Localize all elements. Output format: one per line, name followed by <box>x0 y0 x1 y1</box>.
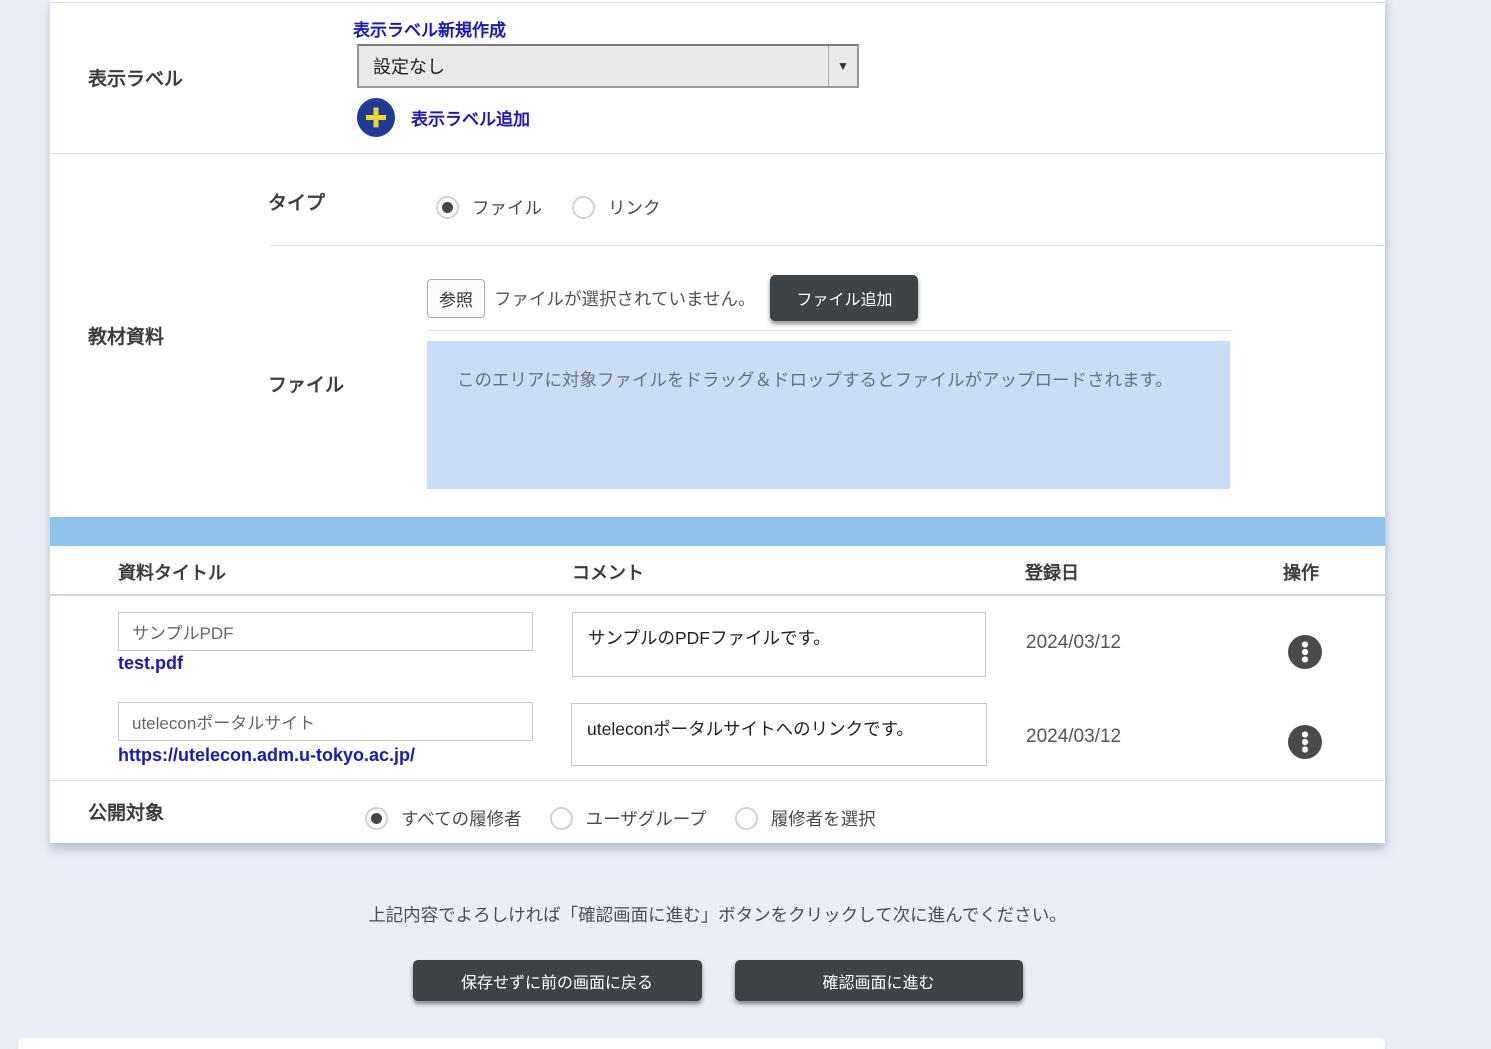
header-title: 資料タイトル <box>118 559 226 585</box>
file-link-row1[interactable]: test.pdf <box>118 653 183 674</box>
radio-option-file[interactable]: ファイル <box>436 195 542 220</box>
radio-select-students-label: 履修者を選択 <box>771 806 876 831</box>
header-date: 登録日 <box>1025 559 1079 585</box>
add-file-button[interactable]: ファイル追加 <box>770 275 918 321</box>
audience-title: 公開対象 <box>88 798 164 825</box>
file-input-row: 参照 ファイルが選択されていません。 ファイル追加 <box>427 275 918 321</box>
file-link-row2[interactable]: https://utelecon.adm.u-tokyo.ac.jp/ <box>118 745 415 766</box>
radio-user-group-label: ユーザグループ <box>586 806 707 831</box>
type-radio-group: ファイル リンク <box>436 195 661 220</box>
file-status-text: ファイルが選択されていません。 <box>494 286 755 311</box>
next-panel-strip <box>18 1038 1385 1049</box>
table-row: test.pdf サンプルのPDFファイルです。 2024/03/12 <box>50 596 1385 700</box>
create-display-label-link[interactable]: 表示ラベル新規作成 <box>353 16 506 41</box>
type-label: タイプ <box>268 188 325 215</box>
title-input-row2[interactable] <box>118 702 533 741</box>
table-accent-bar <box>50 517 1385 546</box>
content-panel: 表示ラベル 表示ラベル新規作成 設定なし ▼ 表示ラベル追加 教材資料 タイプ … <box>50 0 1385 843</box>
footer-buttons: 保存せずに前の画面に戻る 確認画面に進む <box>50 960 1385 1001</box>
file-label: ファイル <box>268 370 344 397</box>
title-input-row1[interactable] <box>118 612 533 651</box>
registration-date-row1: 2024/03/12 <box>1026 632 1121 654</box>
registration-date-row2: 2024/03/12 <box>1026 726 1121 748</box>
display-label-select[interactable]: 設定なし ▼ <box>357 44 859 88</box>
radio-option-link[interactable]: リンク <box>572 195 661 220</box>
radio-option-all-students[interactable]: すべての履修者 <box>365 806 522 831</box>
radio-link-icon[interactable] <box>572 196 595 219</box>
kebab-icon <box>1288 657 1322 672</box>
material-section-title: 教材資料 <box>88 322 164 349</box>
display-label-title: 表示ラベル <box>88 64 183 91</box>
chevron-down-icon: ▼ <box>828 46 857 86</box>
back-button[interactable]: 保存せずに前の画面に戻る <box>413 960 702 1001</box>
radio-select-students-icon[interactable] <box>735 807 758 830</box>
header-comment: コメント <box>572 559 644 585</box>
top-divider <box>50 2 1385 3</box>
section-divider <box>50 153 1385 154</box>
dropzone-text: このエリアに対象ファイルをドラッグ＆ドロップするとファイルがアップロードされます… <box>427 341 1230 394</box>
page-background: { "display_label_section": { "row_label"… <box>0 0 1491 1049</box>
browse-button[interactable]: 参照 <box>427 279 485 318</box>
radio-all-students-label: すべての履修者 <box>401 806 522 831</box>
kebab-menu-button-row1[interactable] <box>1288 635 1322 669</box>
radio-user-group-icon[interactable] <box>550 807 573 830</box>
file-dropzone[interactable]: このエリアに対象ファイルをドラッグ＆ドロップするとファイルがアップロードされます… <box>427 341 1230 489</box>
radio-file-label: ファイル <box>472 195 542 220</box>
audience-radio-group: すべての履修者 ユーザグループ 履修者を選択 <box>365 806 876 831</box>
select-value: 設定なし <box>359 46 828 86</box>
radio-all-students-icon[interactable] <box>365 807 388 830</box>
radio-option-select-students[interactable]: 履修者を選択 <box>735 806 876 831</box>
next-button[interactable]: 確認画面に進む <box>735 960 1023 1001</box>
radio-option-user-group[interactable]: ユーザグループ <box>550 806 707 831</box>
radio-file-icon[interactable] <box>436 196 459 219</box>
rows-divider <box>50 780 1385 781</box>
kebab-menu-button-row2[interactable] <box>1288 725 1322 759</box>
kebab-icon <box>1288 747 1322 762</box>
radio-link-label: リンク <box>608 195 661 220</box>
comment-input-row2[interactable]: uteleconポータルサイトへのリンクです。 <box>571 703 987 766</box>
table-row: https://utelecon.adm.u-tokyo.ac.jp/ utel… <box>50 700 1385 780</box>
plus-icon[interactable] <box>357 98 395 137</box>
add-display-label-link[interactable]: 表示ラベル追加 <box>411 105 530 130</box>
instruction-text: 上記内容でよろしければ「確認画面に進む」ボタンをクリックして次に進んでください。 <box>50 902 1385 927</box>
file-divider <box>427 330 1232 331</box>
add-display-label-button[interactable]: 表示ラベル追加 <box>357 98 530 137</box>
comment-input-row1[interactable]: サンプルのPDFファイルです。 <box>572 612 986 677</box>
header-operation: 操作 <box>1283 559 1319 585</box>
type-divider <box>270 245 1385 246</box>
materials-table-header: 資料タイトル コメント 登録日 操作 <box>50 546 1385 596</box>
